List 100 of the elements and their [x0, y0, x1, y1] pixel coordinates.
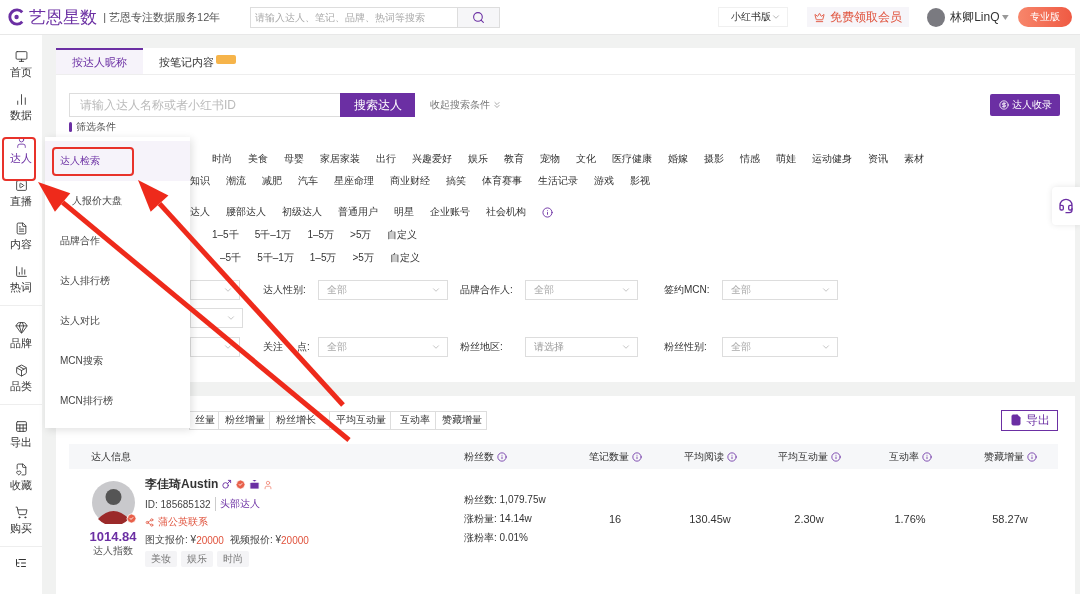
filter-option[interactable]: 明星 [394, 205, 414, 219]
filter-option[interactable]: 星座命理 [334, 174, 374, 188]
support-button[interactable] [1052, 187, 1080, 225]
filter-option[interactable]: 教育 [504, 152, 524, 166]
play-icon [14, 178, 28, 192]
search-button[interactable]: 搜索达人 [340, 93, 415, 117]
member-button[interactable]: 免费领取会员 [806, 7, 910, 27]
filter-option[interactable]: 1–5万 [307, 228, 335, 242]
filter-option[interactable]: 达人 [190, 205, 210, 219]
select-field[interactable] [190, 308, 243, 328]
sidebar-item[interactable]: 直播 [0, 172, 42, 215]
tag: 娱乐 [181, 551, 213, 567]
sidebar-item[interactable]: 首页 [0, 43, 42, 86]
filter-option[interactable]: >5万 [352, 251, 374, 265]
filter-option[interactable]: 5千–1万 [257, 251, 294, 265]
filter-option[interactable]: 母婴 [284, 152, 304, 166]
filter-option[interactable]: 情感 [740, 152, 760, 166]
sidebar-item[interactable]: 达人 [0, 129, 42, 172]
filter-option[interactable]: 1–5千 [212, 228, 239, 242]
filter-option[interactable]: 出行 [376, 152, 396, 166]
select-field[interactable] [190, 337, 240, 357]
collapse-link[interactable]: 收起搜索条件 [430, 98, 490, 112]
menu-item[interactable]: 达人检索 [45, 141, 190, 181]
version-select[interactable]: 小红书版 [717, 7, 788, 27]
filter-option[interactable]: 运动健身 [812, 152, 852, 166]
contact-link[interactable]: 蒲公英联系 [158, 515, 208, 529]
filter-option[interactable]: 游戏 [594, 174, 614, 188]
sort-tab[interactable]: 赞藏增量 [435, 410, 487, 430]
filter-option[interactable]: 自定义 [387, 228, 418, 242]
sidebar-item[interactable]: 品类 [0, 357, 42, 400]
filter-option[interactable]: 影视 [630, 174, 650, 188]
filter-option[interactable]: 1–5万 [309, 251, 337, 265]
tab[interactable]: 按达人昵称 [56, 48, 143, 74]
filter-option[interactable]: 汽车 [298, 174, 318, 188]
sidebar-item[interactable]: 内容 [0, 215, 42, 258]
filter-option[interactable]: 搞笑 [446, 174, 466, 188]
filter-option[interactable]: 文化 [576, 152, 596, 166]
search-field[interactable]: 请输入达人名称或者小红书ID [69, 93, 340, 117]
menu-item[interactable]: 达人排行榜 [60, 273, 110, 289]
menu-item[interactable]: MCN搜索 [60, 353, 103, 369]
heading-bar [69, 122, 72, 132]
filter-option[interactable]: 普通用户 [338, 205, 378, 219]
filter-option[interactable]: 素材 [904, 152, 924, 166]
user-avatar[interactable] [927, 7, 946, 27]
list-icon [15, 557, 27, 569]
user-name[interactable]: 林卿LinQ [950, 8, 1000, 26]
search-button[interactable] [456, 7, 499, 27]
column-header: 粉丝数 [464, 449, 494, 464]
sort-tab[interactable]: 平均互动量 [329, 410, 391, 430]
sort-tab[interactable]: 粉丝增量 [218, 410, 270, 430]
menu-item[interactable]: MCN排行榜 [60, 393, 113, 409]
export-button[interactable]: 导出 [1001, 409, 1058, 431]
filter-option[interactable]: 企业账号 [430, 205, 470, 219]
filter-option[interactable]: 减肥 [262, 174, 282, 188]
filter-option[interactable]: 初级达人 [282, 205, 322, 219]
filter-option[interactable]: 娱乐 [468, 152, 488, 166]
sort-tab[interactable]: 互动率 [390, 410, 436, 430]
filter-option[interactable]: 5千–1万 [254, 228, 292, 242]
select-field[interactable] [190, 280, 240, 300]
filter-option[interactable]: –5千 [220, 251, 242, 265]
filter-option[interactable]: 腰部达人 [226, 205, 266, 219]
person-icon [263, 479, 274, 490]
filter-option[interactable]: 兴趣爱好 [412, 152, 452, 166]
filter-option[interactable]: 宠物 [540, 152, 560, 166]
sidebar-item[interactable]: 购买 [0, 499, 42, 542]
sidebar-item[interactable]: 热词 [0, 258, 42, 301]
creator-name[interactable]: 李佳琦Austin [145, 476, 219, 493]
menu-item[interactable]: 品牌合作 [60, 233, 100, 249]
sidebar-item[interactable]: 收藏 [0, 456, 42, 499]
filter-option[interactable]: 时尚 [212, 152, 232, 166]
double-chevron-icon [492, 100, 502, 110]
filter-option[interactable]: 美食 [248, 152, 268, 166]
filter-option[interactable]: 医疗健康 [612, 152, 652, 166]
sidebar-item[interactable]: 品牌 [0, 314, 42, 357]
column-header: 平均互动量 [777, 449, 828, 464]
column-header: 达人信息 [91, 449, 131, 464]
filter-option[interactable]: 摄影 [704, 152, 724, 166]
filter-option[interactable]: >5万 [350, 228, 372, 242]
filter-option[interactable]: 资讯 [868, 152, 888, 166]
filter-option[interactable]: 生活记录 [538, 174, 578, 188]
menu-item[interactable]: 人报价大盘 [72, 193, 122, 209]
sidebar-item[interactable]: 导出 [0, 413, 42, 456]
filter-option[interactable]: 自定义 [389, 251, 420, 265]
menu-item[interactable]: 达人对比 [60, 313, 100, 329]
collect-button[interactable]: 达人收录 [990, 94, 1060, 116]
filter-option[interactable]: 体育赛事 [482, 174, 522, 188]
filter-label: 签约MCN: [664, 283, 711, 297]
filter-option[interactable]: 商业财经 [390, 174, 430, 188]
filter-option[interactable]: 社会机构 [486, 205, 526, 219]
column-header: 赞藏增量 [983, 449, 1024, 464]
search-field[interactable]: 请输入达人、笔记、品牌、热词等搜索 [250, 6, 500, 28]
filter-option[interactable]: 家居家装 [320, 152, 360, 166]
filter-option[interactable]: 知识 [190, 174, 210, 188]
filter-option[interactable]: 潮流 [226, 174, 246, 188]
sidebar-item[interactable]: 数据 [0, 86, 42, 129]
fan-stat: 粉丝数: 1,079.75w [464, 493, 547, 507]
sort-tab[interactable]: 丝量 [189, 410, 219, 430]
chevron-icon [621, 285, 631, 295]
filter-option[interactable]: 萌娃 [776, 152, 796, 166]
filter-option[interactable]: 婚嫁 [668, 152, 688, 166]
